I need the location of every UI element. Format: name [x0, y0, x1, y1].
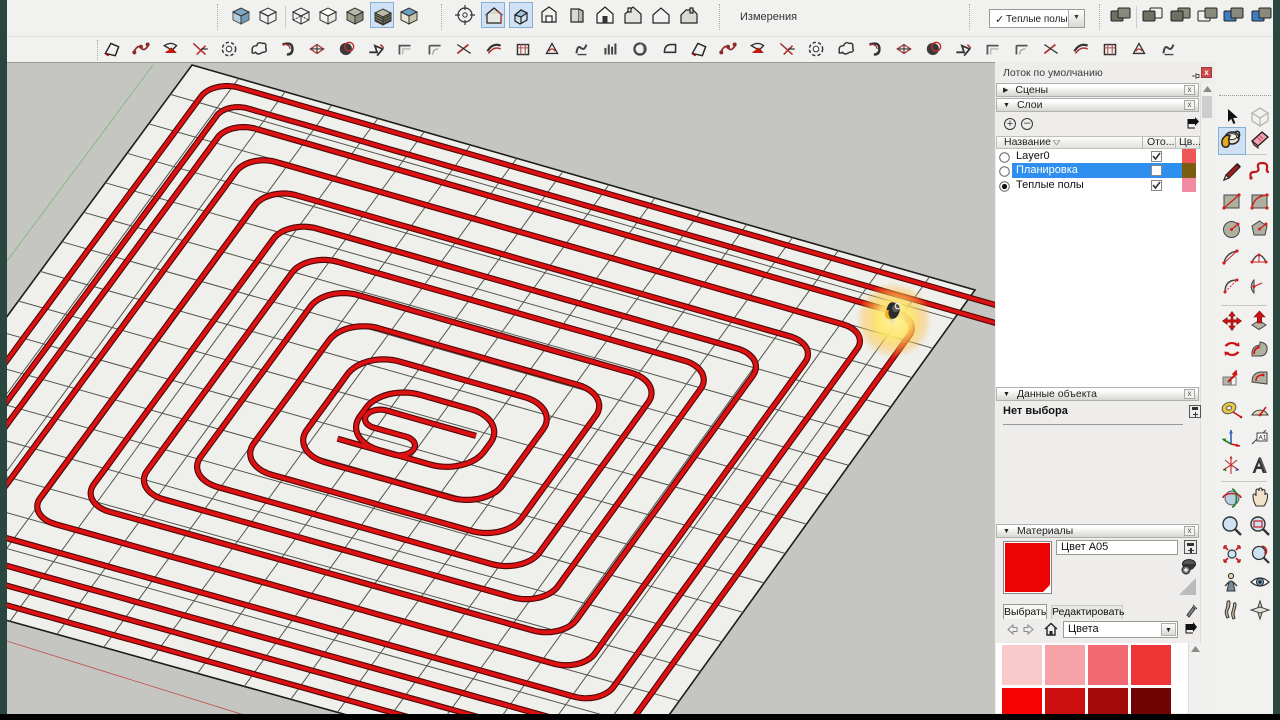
svg-text:A1: A1	[1259, 435, 1267, 442]
